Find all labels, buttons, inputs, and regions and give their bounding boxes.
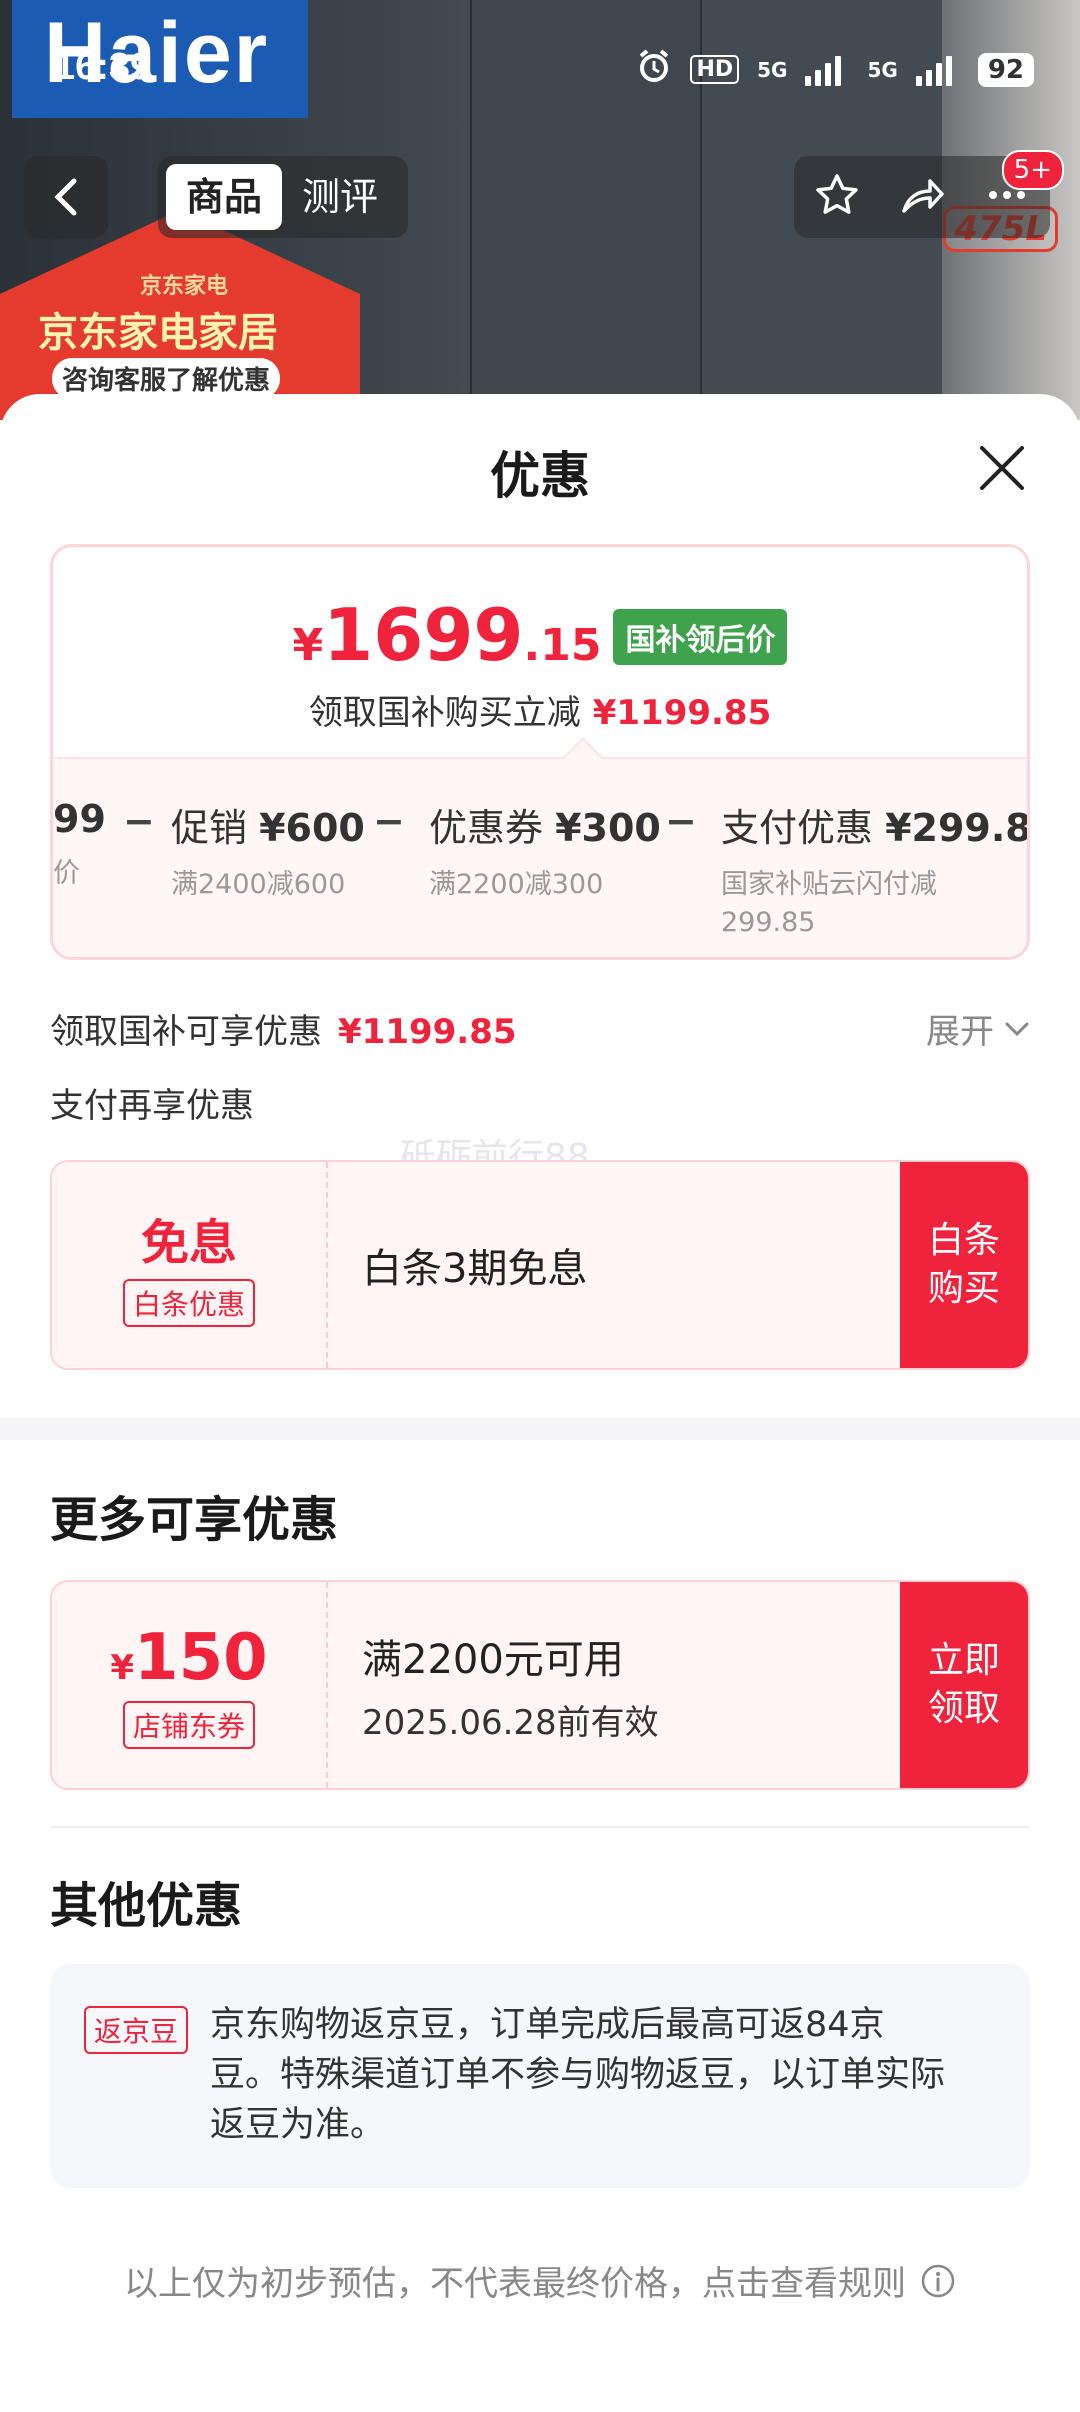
benefit-label: 领取国补可享优惠 [50,1012,322,1052]
price-summary-card: ¥ 1699 .15 国补领后价 领取国补购买立减 ¥1199.85 99 价 −… [50,544,1030,960]
tab-product[interactable]: 商品 [166,164,283,230]
baitiao-coupon: 免息 白条优惠 白条3期免息 白条购买 [50,1160,1030,1370]
divider [50,1826,1030,1828]
claim-coupon-button[interactable]: 立即领取 [900,1582,1028,1788]
subsidy-benefit-row: 领取国补可享优惠 ¥1199.85 [50,1004,517,1053]
subsidy-label: 领取国补购买立减 [308,693,581,733]
expand-button[interactable]: 展开 [926,1004,1030,1053]
signal-icon [915,54,960,86]
signal-icon [805,54,849,86]
expand-label: 展开 [926,1012,994,1052]
coupon-amount: ¥150 [110,1621,267,1695]
final-price: ¥ 1699 .15 国补领后价 [53,593,1027,677]
shop-coupon: ¥150 店铺东券 满2200元可用 2025.06.28前有效 立即领取 [50,1580,1030,1790]
rebate-text: 京东购物返京豆，订单完成后最高可返84京豆。特殊渠道订单不参与购物返豆，以订单实… [210,2005,946,2145]
coupon-desc: 白条3期免息 [362,1246,588,1292]
baitiao-buy-label: 白条购买 [927,1220,1000,1309]
breakdown-partial-desc: 价 [53,858,80,889]
promo-line-1: 京东家电 [140,274,229,299]
coupon-big-text: 免息 [140,1215,237,1271]
claim-coupon-label: 立即领取 [927,1640,1000,1729]
subsidy-amount: ¥1199.85 [592,693,772,733]
coupon-left: 免息 白条优惠 [52,1162,328,1368]
breakdown-value: ¥299.85 [885,806,1027,850]
coupon-mid: 满2200元可用 2025.06.28前有效 [362,1582,659,1788]
rules-link[interactable]: 以上仅为初步预估，不代表最终价格，点击查看规则 [0,2256,1080,2305]
subsidy-price-tag: 国补领后价 [613,609,788,665]
price-breakdown[interactable]: 99 价 − 促销 ¥600 满2400减600 − 优惠券 ¥300 满220… [53,757,1027,957]
rebate-tag: 返京豆 [84,2006,189,2054]
coupon-mid: 白条3期免息 [362,1162,587,1368]
coupon-condition: 满2200元可用 [362,1636,624,1683]
breakdown-desc: 满2200减300 [429,869,604,900]
price-decimal: .15 [523,620,602,671]
pay-section-title: 支付再享优惠 [50,1086,254,1126]
nav-tabs: 商品 测评 [158,156,408,238]
promo-line-3: 咨询客服了解优惠 [52,358,281,399]
back-button[interactable] [24,156,108,238]
status-bar: 16:39 HD 5G 5G 92 [0,0,1080,140]
baitiao-buy-button[interactable]: 白条购买 [900,1162,1028,1368]
benefit-amount: ¥1199.85 [338,1012,517,1052]
coupon-tag: 白条优惠 [122,1279,255,1327]
price-top: ¥ 1699 .15 国补领后价 领取国补购买立减 ¥1199.85 [53,547,1027,757]
footer-note-text: 以上仅为初步预估，不代表最终价格，点击查看规则 [124,2264,906,2304]
battery-level: 92 [977,52,1034,87]
breakdown-partial-value: 99 [53,797,106,841]
more-offers-title: 更多可享优惠 [50,1492,339,1548]
section-divider [0,1418,1080,1440]
minus-sign: − [373,799,405,843]
share-icon[interactable] [898,171,946,223]
breakdown-item-coupon: 优惠券 ¥300 满2200减300 [429,797,661,904]
breakdown-label: 促销 [171,806,248,850]
minus-sign: − [123,799,155,843]
status-icons: HD 5G 5G 92 [636,48,1034,91]
status-time: 16:39 [54,46,152,88]
coupon-tag: 店铺东券 [122,1701,255,1749]
chevron-down-icon [1005,1022,1029,1036]
breakdown-desc: 国家补贴云闪付减299.85 [721,869,937,938]
breakdown-value: ¥300 [555,806,661,850]
sheet-title: 优惠 [490,447,590,505]
breakdown-item-partial: 99 价 [53,797,106,893]
subsidy-line: 领取国补购买立减 ¥1199.85 [53,685,1027,734]
info-icon [921,2264,955,2297]
minus-sign: − [665,799,697,843]
coupon-amount-value: 150 [134,1621,268,1695]
promo-line-2: 京东家电家居 [38,310,278,356]
breakdown-item-payment: 支付优惠 ¥299.85 国家补贴云闪付减299.85 [721,797,1027,942]
discount-sheet: 优惠 ¥ 1699 .15 国补领后价 领取国补购买立减 ¥1199.85 99 … [0,394,1080,2412]
star-icon[interactable] [813,171,861,223]
tab-review[interactable]: 测评 [282,164,398,230]
alarm-icon [636,48,672,91]
coupon-symbol: ¥ [110,1648,135,1688]
breakdown-item-promo: 促销 ¥600 满2400减600 [171,797,365,904]
other-offers-title: 其他优惠 [50,1878,243,1934]
hd-icon: HD [690,55,740,84]
network-type-2: 5G [867,57,898,82]
coupon-left: ¥150 店铺东券 [52,1582,328,1788]
close-icon [980,446,1024,490]
price-symbol: ¥ [292,620,324,671]
coupon-expiry: 2025.06.28前有效 [362,1702,659,1743]
network-type-1: 5G [757,57,788,82]
message-count-badge: 5+ [1001,150,1064,190]
breakdown-strip: 99 价 − 促销 ¥600 满2400减600 − 优惠券 ¥300 满220… [53,759,1027,957]
breakdown-label: 支付优惠 [721,806,874,850]
breakdown-desc: 满2400减600 [171,869,346,900]
jingdou-rebate-box: 返京豆 京东购物返京豆，订单完成后最高可返84京豆。特殊渠道订单不参与购物返豆，… [50,1964,1030,2188]
close-button[interactable] [972,438,1032,498]
chevron-left-icon [54,178,77,216]
breakdown-value: ¥600 [259,806,365,850]
breakdown-label: 优惠券 [429,806,544,850]
price-integer: 1699 [323,593,524,677]
